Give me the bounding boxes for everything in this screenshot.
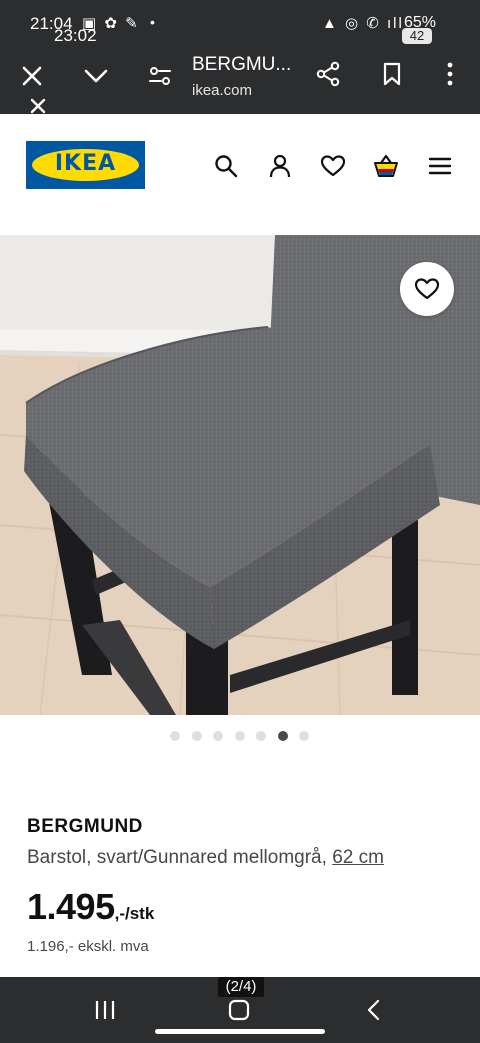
- chevron-down-icon[interactable]: [82, 62, 110, 90]
- search-icon[interactable]: [212, 152, 240, 180]
- status-time-overlay: 23:02: [54, 26, 97, 45]
- price-amount: 1.495: [27, 886, 115, 927]
- site-header: IKEA: [0, 114, 480, 234]
- carousel-dot[interactable]: [170, 731, 180, 741]
- profile-icon[interactable]: [266, 152, 294, 180]
- price-excluding-vat: 1.196,- ekskl. mva: [27, 938, 149, 955]
- share-icon[interactable]: [314, 60, 342, 88]
- notification-dot: •: [150, 14, 155, 30]
- favorites-heart-icon[interactable]: [319, 152, 347, 180]
- product-name: BERGMUND: [27, 816, 143, 837]
- home-icon[interactable]: [227, 999, 251, 1021]
- product-price: 1.495,-/stk: [27, 886, 154, 928]
- back-icon[interactable]: [364, 999, 384, 1021]
- product-description: Barstol, svart/Gunnared mellomgrå, 62 cm: [27, 847, 384, 869]
- product-description-text: Barstol, svart/Gunnared mellomgrå,: [27, 847, 333, 868]
- carousel-dot[interactable]: [299, 731, 309, 741]
- page-url: ikea.com: [192, 82, 253, 99]
- shopping-bag-icon[interactable]: [372, 152, 400, 180]
- add-to-favorites-button[interactable]: [400, 262, 454, 316]
- overlay-badge: 42: [402, 28, 432, 44]
- logo-text: IKEA: [54, 151, 117, 176]
- heart-icon: [414, 278, 440, 300]
- price-suffix: ,-/stk: [114, 904, 155, 923]
- page-indicator: (2/4): [218, 977, 264, 997]
- product-size-link[interactable]: 62 cm: [332, 847, 384, 868]
- status-bar: 21:04 ▣ ✿ ✎ • 23:02 ▲ ◎ ✆ ıll 65% 42: [0, 0, 480, 46]
- bookmark-icon[interactable]: [378, 60, 406, 88]
- more-options-icon[interactable]: [436, 60, 464, 88]
- page-title: BERGMU...: [192, 54, 292, 75]
- browser-toolbar: BERGMU... ikea.com: [0, 46, 480, 114]
- carousel-dot[interactable]: [234, 731, 245, 741]
- system-status-icons: ▲ ◎ ✆ ıll: [322, 15, 404, 32]
- ikea-logo[interactable]: IKEA: [26, 141, 145, 189]
- close-overlay-icon[interactable]: [28, 96, 48, 116]
- carousel-dot[interactable]: [213, 731, 223, 741]
- gesture-home-pill[interactable]: [155, 1029, 325, 1034]
- carousel-dot[interactable]: [256, 731, 266, 741]
- carousel-dot[interactable]: [277, 731, 288, 741]
- close-icon[interactable]: [18, 62, 46, 90]
- recent-apps-icon[interactable]: [93, 999, 117, 1021]
- site-settings-icon[interactable]: [146, 62, 174, 90]
- system-navigation-bar: (2/4): [0, 977, 480, 1043]
- menu-hamburger-icon[interactable]: [426, 152, 454, 180]
- carousel-dot[interactable]: [191, 731, 202, 741]
